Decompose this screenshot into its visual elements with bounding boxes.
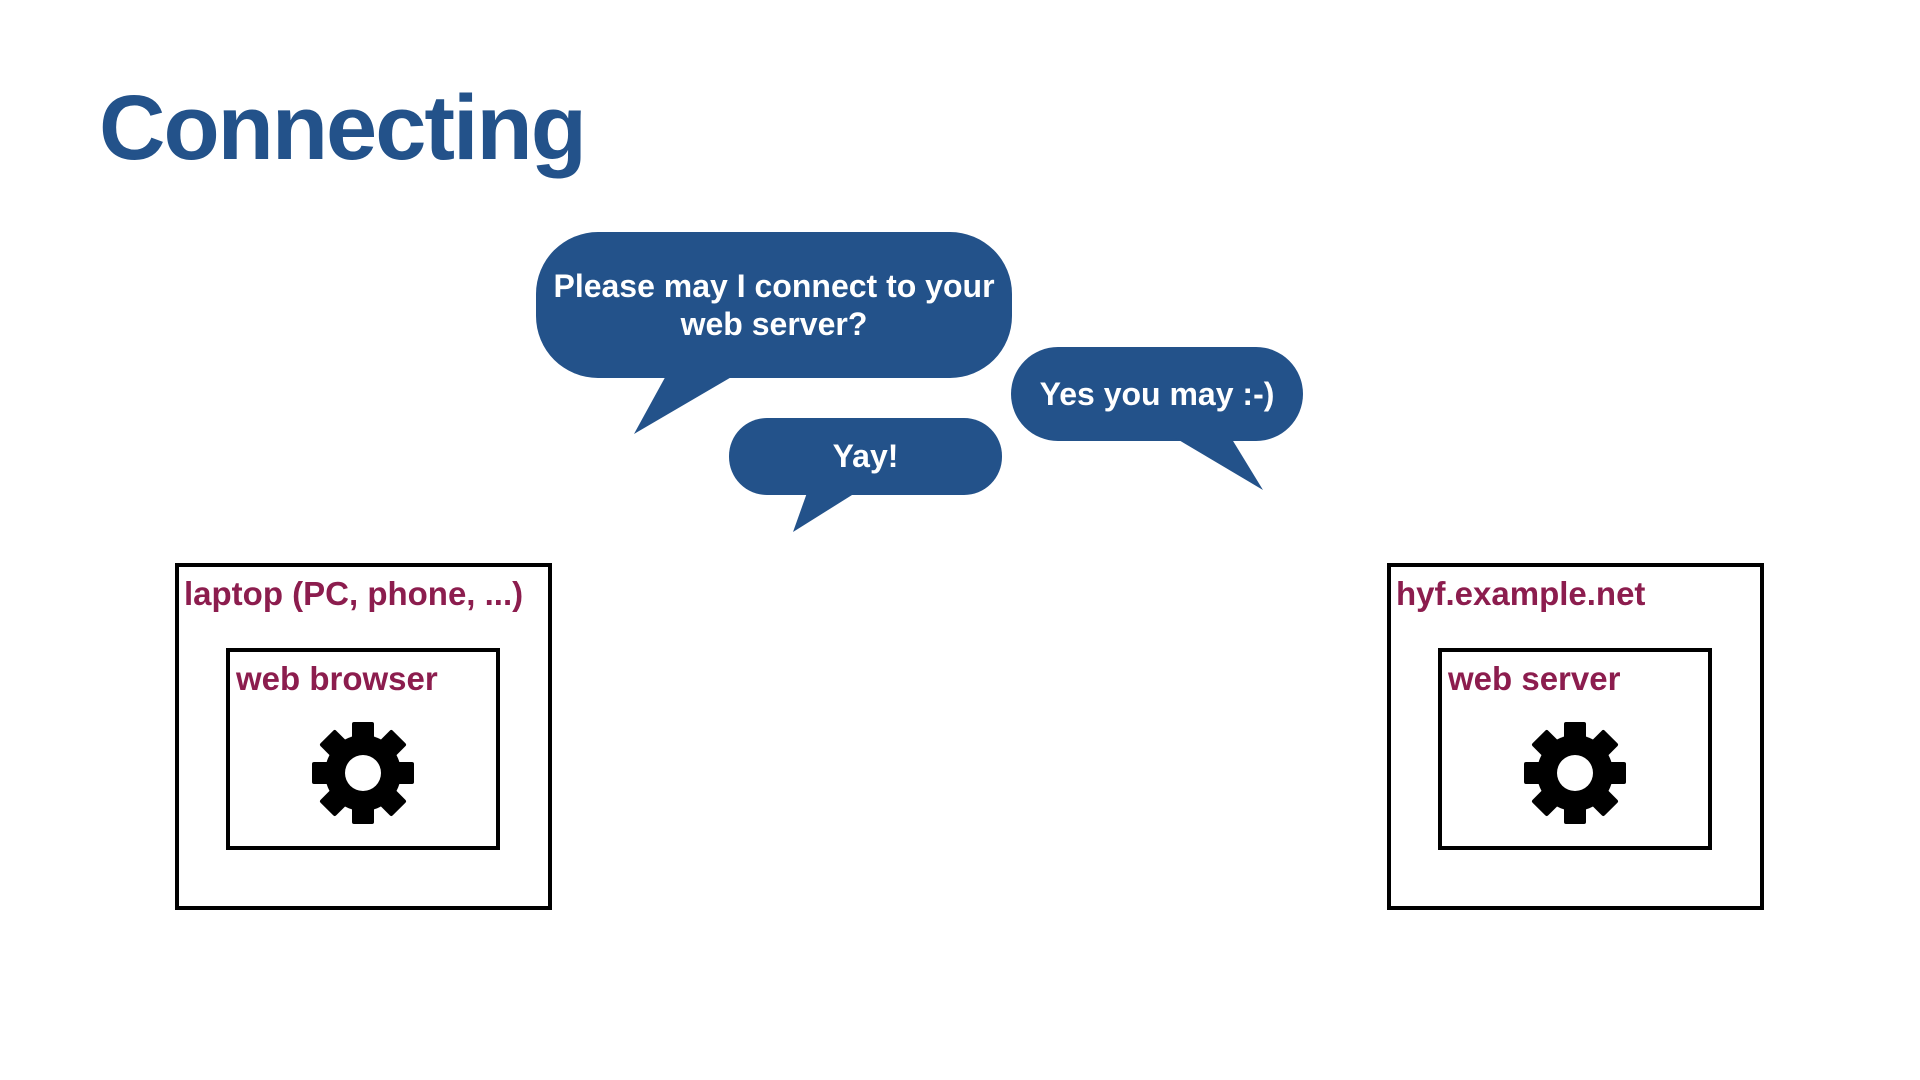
client-label: laptop (PC, phone, ...): [184, 575, 524, 612]
server-host-label: hyf.example.net: [1396, 575, 1646, 612]
gear-icon: [1524, 722, 1626, 824]
browser-label: web browser: [236, 660, 438, 697]
gear-icon: [312, 722, 414, 824]
web-server-label: web server: [1448, 660, 1621, 697]
reply-bubble-text: Yes you may :-): [1039, 375, 1275, 412]
speech-bubbles: [536, 232, 1303, 532]
request-bubble-text: Please may I connect to your web server?: [553, 267, 995, 342]
cheer-bubble-text: Yay!: [832, 438, 899, 475]
slide: Connecting Please may I connect to your …: [0, 0, 1920, 1080]
